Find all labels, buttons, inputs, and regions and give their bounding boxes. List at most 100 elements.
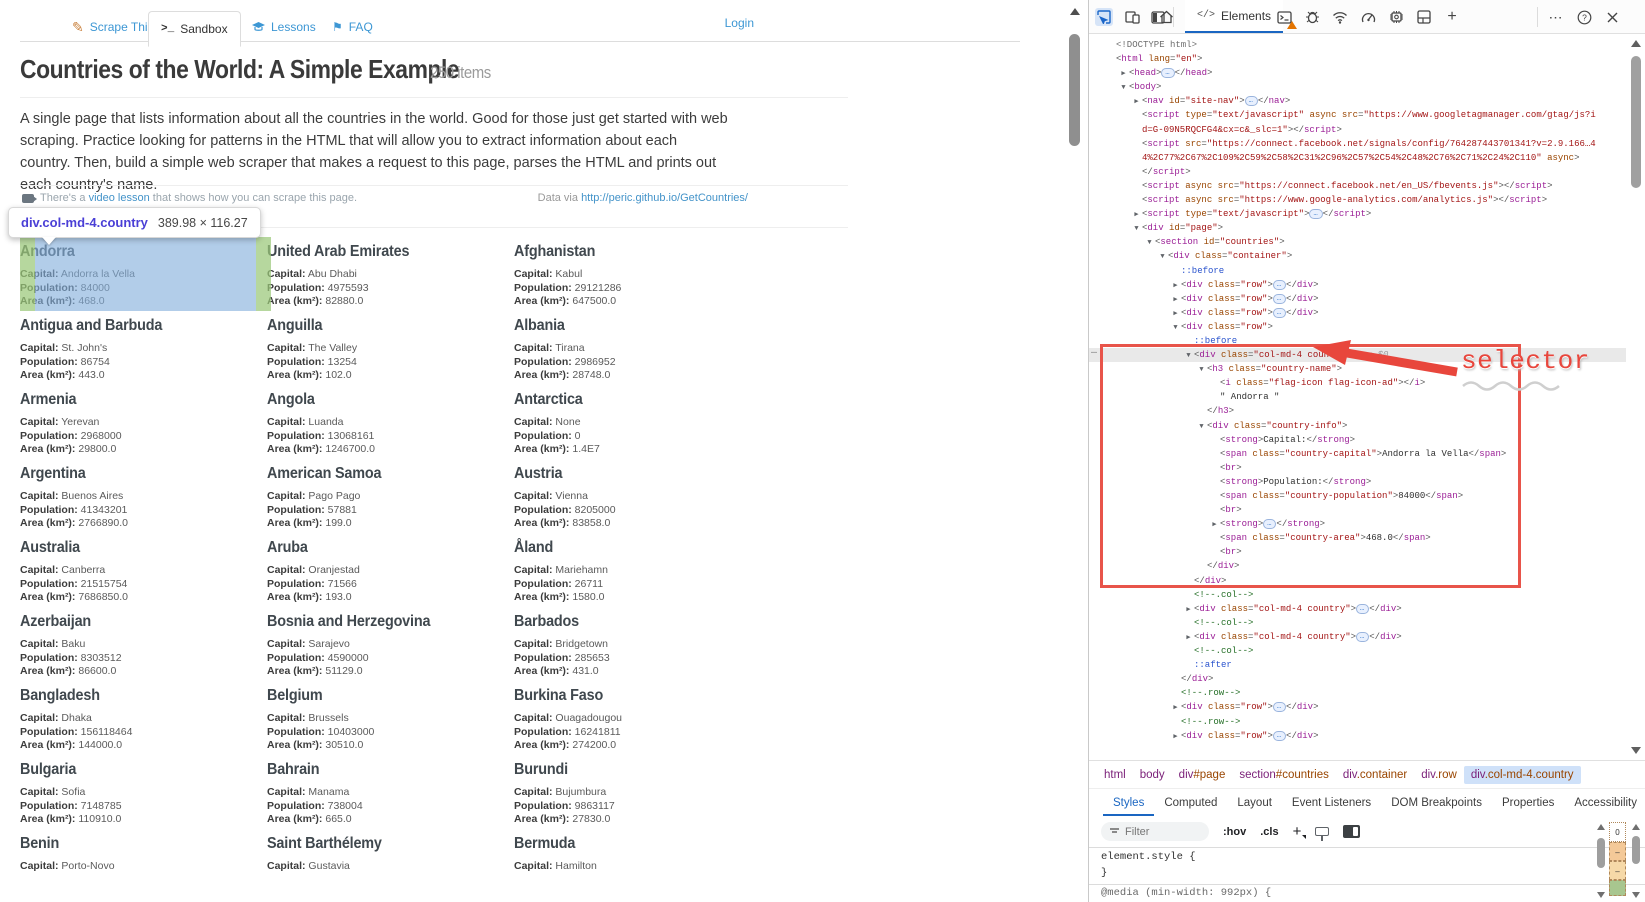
dom-node[interactable]: ▼<body> bbox=[1089, 80, 1626, 94]
panel-scrollbar[interactable] bbox=[1630, 822, 1642, 902]
tab-properties[interactable]: Properties bbox=[1492, 789, 1564, 816]
collapsed-content-ellipsis[interactable]: … bbox=[1245, 96, 1258, 106]
tab-styles[interactable]: Styles bbox=[1103, 789, 1154, 816]
collapse-arrow-icon[interactable]: ▼ bbox=[1196, 363, 1207, 377]
scroll-up-arrow-icon[interactable] bbox=[1070, 8, 1080, 15]
dom-node[interactable]: <!--.row--> bbox=[1089, 686, 1626, 700]
new-style-rule-button[interactable]: + bbox=[1293, 823, 1302, 840]
nav-item-faq[interactable]: ⚑FAQ bbox=[320, 12, 385, 42]
dom-node[interactable]: ▼<section id="countries"> bbox=[1089, 235, 1626, 249]
collapsed-content-ellipsis[interactable]: … bbox=[1161, 68, 1174, 78]
help-icon[interactable]: ? bbox=[1575, 8, 1593, 26]
scroll-up-arrow-icon[interactable] bbox=[1597, 824, 1605, 830]
dom-node[interactable]: ▶<div class="row">…</div> bbox=[1089, 306, 1626, 320]
dom-node[interactable]: <html lang="en"> bbox=[1089, 52, 1626, 66]
data-source-link[interactable]: http://peric.github.io/GetCountries/ bbox=[581, 192, 748, 204]
breadcrumb-section-countries[interactable]: section#countries bbox=[1232, 766, 1336, 784]
collapsed-content-ellipsis[interactable]: … bbox=[1273, 294, 1286, 304]
dom-node[interactable]: <!--.col--> bbox=[1089, 616, 1626, 630]
dom-node[interactable]: <br> bbox=[1089, 461, 1626, 475]
breadcrumb-div-row[interactable]: div.row bbox=[1414, 766, 1464, 784]
dom-node[interactable]: <script async src="https://www.google-an… bbox=[1089, 193, 1626, 207]
dom-node[interactable]: <!--.col--> bbox=[1089, 644, 1626, 658]
styles-scrollbar[interactable] bbox=[1595, 822, 1607, 902]
dom-node[interactable]: ▶<div class="col-md-4 country">…</div> bbox=[1089, 602, 1626, 616]
home-icon[interactable] bbox=[1157, 8, 1175, 26]
close-icon[interactable] bbox=[1603, 8, 1621, 26]
page-scrollbar-thumb[interactable] bbox=[1069, 34, 1080, 146]
dom-node[interactable]: ▶<div class="col-md-4 country">…</div> bbox=[1089, 630, 1626, 644]
collapsed-content-ellipsis[interactable]: … bbox=[1273, 731, 1286, 741]
dom-node[interactable]: ▶<div class="row">…</div> bbox=[1089, 700, 1626, 714]
dom-node[interactable]: ▶<nav id="site-nav">…</nav> bbox=[1089, 94, 1626, 108]
memory-icon[interactable] bbox=[1387, 8, 1405, 26]
dom-node[interactable]: <span class="country-population">84000</… bbox=[1089, 489, 1626, 503]
expand-arrow-icon[interactable]: ▶ bbox=[1170, 307, 1181, 321]
dom-node[interactable]: ▶<div class="row">…</div> bbox=[1089, 729, 1626, 743]
dom-node[interactable]: ▼<div id="page"> bbox=[1089, 221, 1626, 235]
computed-sidebar-toggle-icon[interactable] bbox=[1343, 825, 1360, 838]
performance-icon[interactable] bbox=[1359, 8, 1377, 26]
expand-arrow-icon[interactable]: ▶ bbox=[1170, 279, 1181, 293]
dom-node[interactable]: ▶<script type="text/javascript">…</scrip… bbox=[1089, 207, 1626, 221]
collapsed-content-ellipsis[interactable]: … bbox=[1273, 308, 1286, 318]
styles-scrollbar-thumb[interactable] bbox=[1597, 838, 1605, 868]
row-gutter-menu[interactable]: … bbox=[1091, 346, 1098, 357]
issues-icon[interactable] bbox=[1303, 8, 1321, 26]
collapsed-content-ellipsis[interactable]: … bbox=[1273, 280, 1286, 290]
collapsed-content-ellipsis[interactable]: … bbox=[1273, 702, 1286, 712]
dom-node[interactable]: </h3> bbox=[1089, 404, 1626, 418]
style-rule-selector[interactable]: element.style { bbox=[1089, 848, 1645, 866]
dom-node[interactable]: </script> bbox=[1089, 165, 1626, 179]
hover-state-toggle[interactable]: :hov bbox=[1223, 826, 1246, 838]
tab-layout[interactable]: Layout bbox=[1227, 789, 1282, 816]
dom-node[interactable]: <i class="flag-icon flag-icon-ad"></i> bbox=[1089, 376, 1626, 390]
breadcrumb-div-container[interactable]: div.container bbox=[1336, 766, 1414, 784]
dom-node[interactable]: <script type="text/javascript" async src… bbox=[1089, 108, 1626, 122]
collapsed-content-ellipsis[interactable]: … bbox=[1356, 604, 1369, 614]
dom-node[interactable]: ▶<div class="row">…</div> bbox=[1089, 278, 1626, 292]
breadcrumb-body[interactable]: body bbox=[1133, 766, 1172, 784]
collapse-arrow-icon[interactable]: ▼ bbox=[1144, 236, 1155, 250]
expand-arrow-icon[interactable]: ▶ bbox=[1183, 603, 1194, 617]
breadcrumb-html[interactable]: html bbox=[1097, 766, 1133, 784]
dom-tree-scrollbar[interactable] bbox=[1626, 34, 1645, 760]
dom-node[interactable]: <script src="https://connect.facebook.ne… bbox=[1089, 137, 1626, 151]
dom-node[interactable]: <span class="country-capital">Andorra la… bbox=[1089, 447, 1626, 461]
nav-item-lessons[interactable]: Lessons bbox=[240, 12, 328, 42]
video-lesson-link[interactable]: video lesson bbox=[89, 192, 150, 204]
expand-arrow-icon[interactable]: ▶ bbox=[1209, 518, 1220, 532]
inspect-icon[interactable] bbox=[1095, 8, 1113, 26]
dom-node[interactable]: ::before bbox=[1089, 264, 1626, 278]
scroll-down-arrow-icon[interactable] bbox=[1632, 892, 1640, 898]
scroll-down-arrow-icon[interactable] bbox=[1597, 892, 1605, 898]
collapse-arrow-icon[interactable]: ▼ bbox=[1196, 420, 1207, 434]
tab-event-listeners[interactable]: Event Listeners bbox=[1282, 789, 1381, 816]
dom-node[interactable]: <br> bbox=[1089, 503, 1626, 517]
class-toggle[interactable]: .cls bbox=[1260, 826, 1278, 838]
collapse-arrow-icon[interactable]: ▼ bbox=[1157, 250, 1168, 264]
paint-roller-icon[interactable] bbox=[1315, 827, 1329, 836]
dom-node[interactable]: d=G-09N5RQCFG4&cx=c&_slc=1"></script> bbox=[1089, 123, 1626, 137]
network-icon[interactable] bbox=[1331, 8, 1349, 26]
console-icon[interactable] bbox=[1275, 8, 1293, 26]
dom-node[interactable]: " Andorra " bbox=[1089, 390, 1626, 404]
collapse-arrow-icon[interactable]: ▼ bbox=[1131, 222, 1142, 236]
tab-dom-breakpoints[interactable]: DOM Breakpoints bbox=[1381, 789, 1492, 816]
expand-arrow-icon[interactable]: ▶ bbox=[1170, 293, 1181, 307]
dom-node[interactable]: <span class="country-area">468.0</span> bbox=[1089, 531, 1626, 545]
tab-accessibility[interactable]: Accessibility bbox=[1564, 789, 1645, 816]
panel-scrollbar-thumb[interactable] bbox=[1632, 836, 1640, 864]
expand-arrow-icon[interactable]: ▶ bbox=[1118, 67, 1129, 81]
dom-node[interactable]: ▼<div class="row"> bbox=[1089, 320, 1626, 334]
expand-arrow-icon[interactable]: ▶ bbox=[1131, 208, 1142, 222]
scroll-up-arrow-icon[interactable] bbox=[1632, 824, 1640, 830]
expand-arrow-icon[interactable]: ▶ bbox=[1170, 730, 1181, 744]
dom-node[interactable]: ▼<div class="container"> bbox=[1089, 249, 1626, 263]
nav-item-sandbox[interactable]: >_Sandbox bbox=[148, 11, 241, 47]
collapsed-content-ellipsis[interactable]: … bbox=[1309, 209, 1322, 219]
collapse-arrow-icon[interactable]: ▼ bbox=[1118, 81, 1129, 95]
dom-tree-scrollbar-thumb[interactable] bbox=[1631, 56, 1641, 188]
page-scrollbar[interactable] bbox=[1064, 0, 1086, 902]
dom-node[interactable]: <br> bbox=[1089, 545, 1626, 559]
